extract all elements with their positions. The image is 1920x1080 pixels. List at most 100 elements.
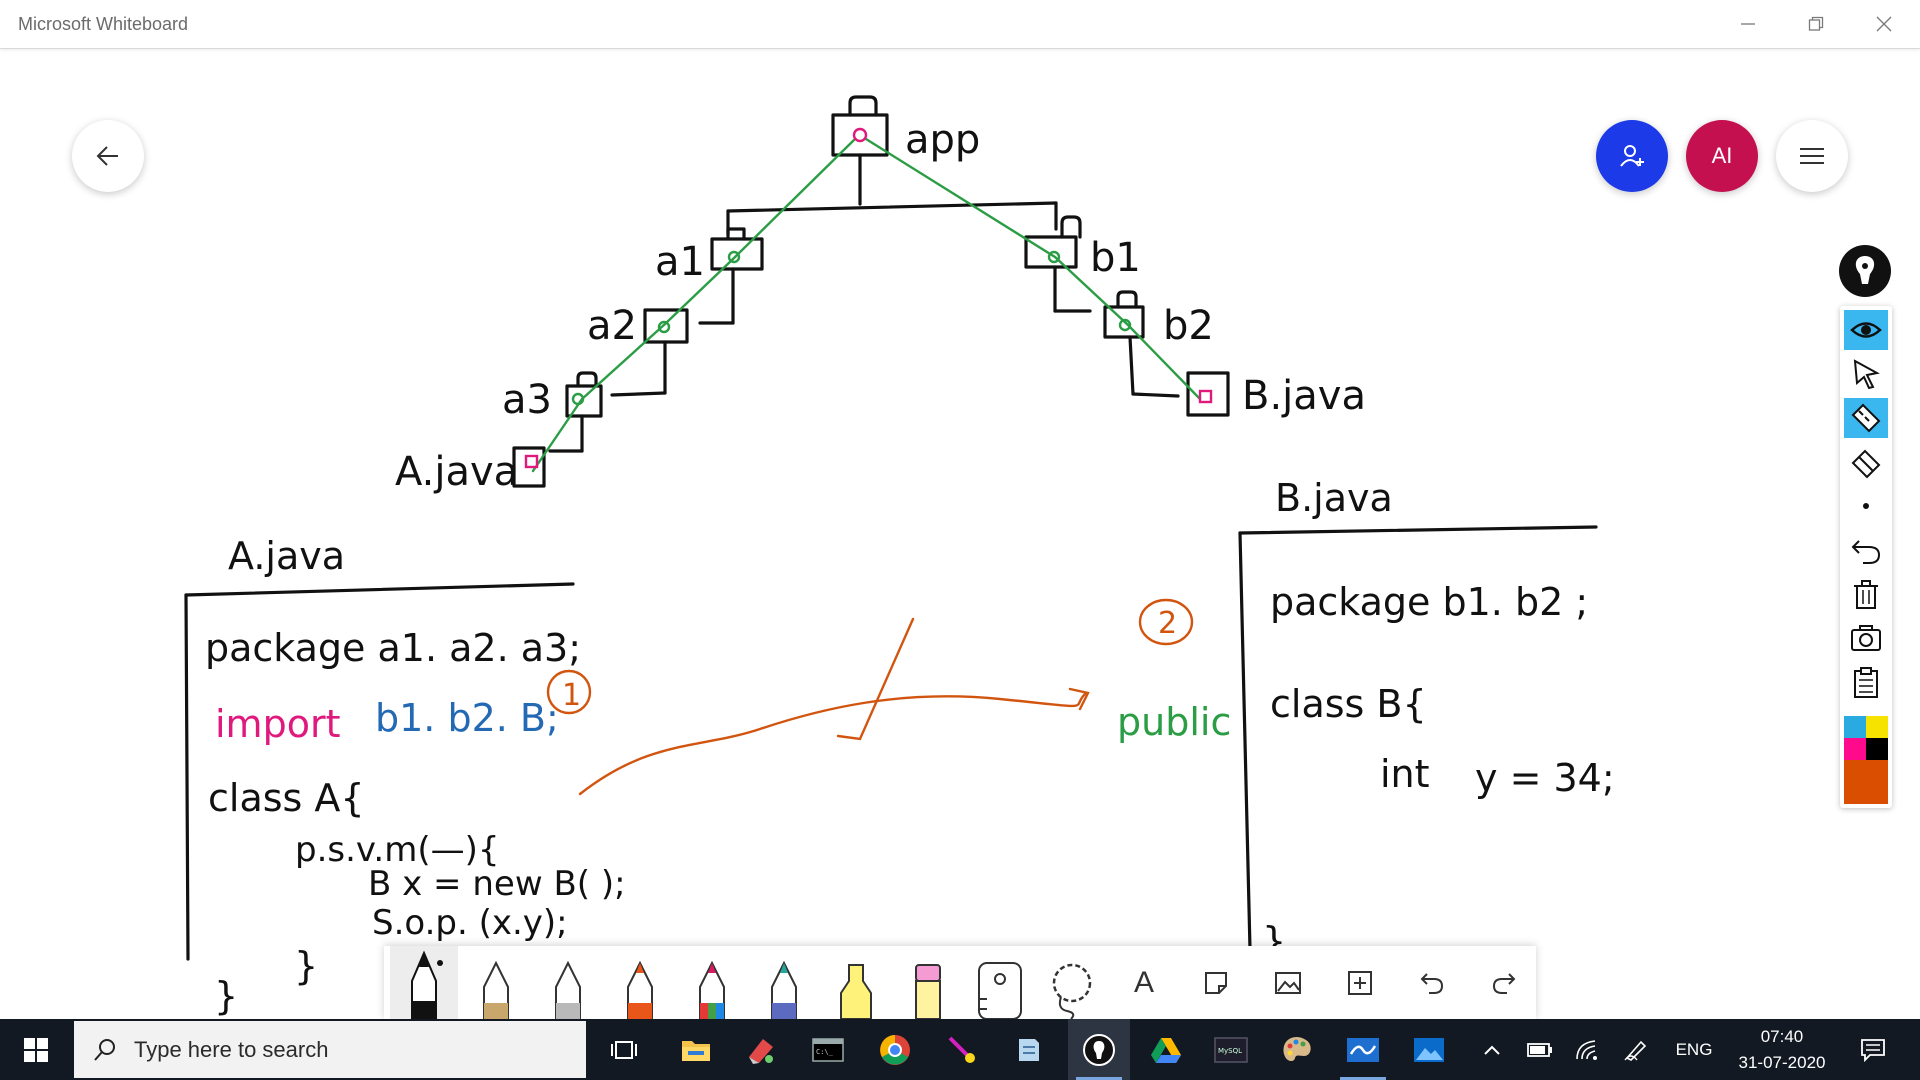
camera-icon [1851, 625, 1881, 651]
pen-toolbar: A [384, 946, 1536, 1019]
undo-button[interactable] [1398, 946, 1466, 1019]
black-pen-icon [411, 950, 443, 1019]
pink-highlighter-tool[interactable] [894, 946, 962, 1019]
google-drive-icon [1151, 1037, 1181, 1063]
label-a1: a1 [655, 239, 705, 285]
battery-icon [1527, 1042, 1552, 1057]
tray-battery[interactable] [1522, 1019, 1558, 1080]
clock-time: 07:40 [1760, 1027, 1804, 1046]
lasso-tool[interactable] [1038, 946, 1106, 1019]
camera-tool[interactable] [1844, 618, 1888, 658]
taskbar-wand-app[interactable] [931, 1019, 993, 1080]
minimize-button[interactable] [1714, 0, 1782, 48]
color-swatch-orange-selected[interactable] [1844, 760, 1888, 804]
label-a2: a2 [587, 303, 637, 349]
whiteboard-canvas[interactable]: app a1 a2 a3 b1 b2 A.java B.java A.java … [0, 49, 1920, 1019]
yellow-highlighter-icon [840, 964, 872, 1019]
image-icon [1275, 971, 1301, 994]
invite-button[interactable] [1596, 120, 1668, 192]
a-java-line-class: class A{ [208, 776, 365, 820]
taskbar-chrome[interactable] [864, 1019, 926, 1080]
taskbar-notes-app[interactable] [997, 1019, 1059, 1080]
dot-icon [1863, 503, 1869, 509]
taskbar-clock[interactable]: 07:40 31-07-2020 [1724, 1019, 1840, 1080]
b-java-line-value: y = 34; [1475, 756, 1615, 800]
orange-pen-tool[interactable] [606, 946, 674, 1019]
label-b-java-file: B.java [1242, 373, 1366, 419]
color-swatch-blue[interactable] [1844, 716, 1866, 738]
undo-icon [1851, 540, 1881, 564]
silver-pen-tool[interactable] [534, 946, 602, 1019]
ink-visibility-tool[interactable] [1844, 310, 1888, 350]
text-tool-glyph: A [1133, 965, 1154, 999]
close-button[interactable] [1850, 0, 1918, 48]
whiteboard-app-icon [1083, 1033, 1115, 1066]
action-center-button[interactable] [1844, 1019, 1902, 1080]
tray-language[interactable]: ENG [1666, 1019, 1722, 1080]
ruler-stencil-tool[interactable] [966, 946, 1034, 1019]
black-pen-tool[interactable] [390, 946, 458, 1019]
galaxy-pen-tool[interactable] [750, 946, 818, 1019]
taskbar-google-drive[interactable] [1135, 1019, 1197, 1080]
wifi-icon [1576, 1039, 1597, 1060]
pen-icon [1624, 1040, 1647, 1061]
task-view-button[interactable] [593, 1019, 655, 1080]
ruler-stencil-icon [978, 962, 1022, 1019]
tree-labels: app a1 a2 a3 b1 b2 A.java B.java [395, 117, 1366, 495]
taskbar-file-explorer[interactable] [665, 1019, 727, 1080]
account-avatar[interactable]: AI [1686, 120, 1758, 192]
taskbar-mysql-app[interactable]: MySQL [1200, 1019, 1262, 1080]
hamburger-icon [1800, 148, 1824, 164]
start-button[interactable] [0, 1019, 72, 1080]
ruler-tool[interactable] [1844, 398, 1888, 438]
taskbar-sketch-app[interactable] [730, 1019, 792, 1080]
taskbar-photos[interactable] [1398, 1019, 1460, 1080]
taskbar-paint-app[interactable] [1266, 1019, 1328, 1080]
tray-wifi[interactable] [1570, 1019, 1606, 1080]
ink-toggle-button[interactable] [1839, 245, 1891, 297]
taskbar-search-box[interactable]: Type here to search [74, 1021, 586, 1078]
back-button[interactable] [72, 120, 144, 192]
menu-button[interactable] [1776, 120, 1848, 192]
sticky-note-icon [1205, 971, 1227, 994]
trash-icon [1854, 580, 1878, 609]
color-swatch-yellow[interactable] [1866, 716, 1888, 738]
pen-size-tool[interactable] [1844, 486, 1888, 526]
eraser-tool[interactable] [1844, 442, 1888, 482]
restore-button[interactable] [1782, 0, 1850, 48]
taskbar-whiteboard[interactable] [1068, 1019, 1130, 1080]
close-icon [1876, 16, 1892, 32]
redo-button[interactable] [1470, 946, 1538, 1019]
a-java-line-package: package a1. a2. a3; [205, 626, 581, 670]
root-folder-box [831, 113, 889, 157]
undo-tool[interactable] [1844, 530, 1888, 570]
paste-tool[interactable] [1844, 662, 1888, 702]
select-icon [1853, 359, 1880, 390]
check-mark [836, 617, 915, 741]
chevron-up-icon [1484, 1045, 1500, 1055]
silver-pen-icon [555, 960, 581, 1019]
tray-overflow-button[interactable] [1474, 1019, 1510, 1080]
taskbar-whiteboard-alt[interactable] [1332, 1019, 1394, 1080]
color-swatches [1844, 716, 1888, 804]
select-tool[interactable] [1844, 354, 1888, 394]
label-app: app [905, 117, 980, 163]
color-swatch-pink[interactable] [1844, 738, 1866, 760]
label-b2: b2 [1163, 303, 1214, 349]
root-folder-tab [848, 95, 878, 117]
text-tool[interactable]: A [1110, 946, 1178, 1019]
taskbar-command-prompt[interactable]: C:\_ [797, 1019, 859, 1080]
clear-ink-tool[interactable] [1844, 574, 1888, 614]
image-tool[interactable] [1254, 946, 1322, 1019]
color-swatch-black[interactable] [1866, 738, 1888, 760]
add-box-icon [1348, 970, 1372, 995]
rainbow-pen-tool[interactable] [678, 946, 746, 1019]
yellow-highlighter-tool[interactable] [822, 946, 890, 1019]
a-java-import-keyword: import [215, 702, 340, 746]
add-content-tool[interactable] [1326, 946, 1394, 1019]
pink-highlighter-icon [915, 964, 941, 1019]
b-java-line-class: class B{ [1270, 682, 1427, 726]
tray-pen-workspace[interactable] [1618, 1019, 1654, 1080]
note-tool[interactable] [1182, 946, 1250, 1019]
gold-pen-tool[interactable] [462, 946, 530, 1019]
